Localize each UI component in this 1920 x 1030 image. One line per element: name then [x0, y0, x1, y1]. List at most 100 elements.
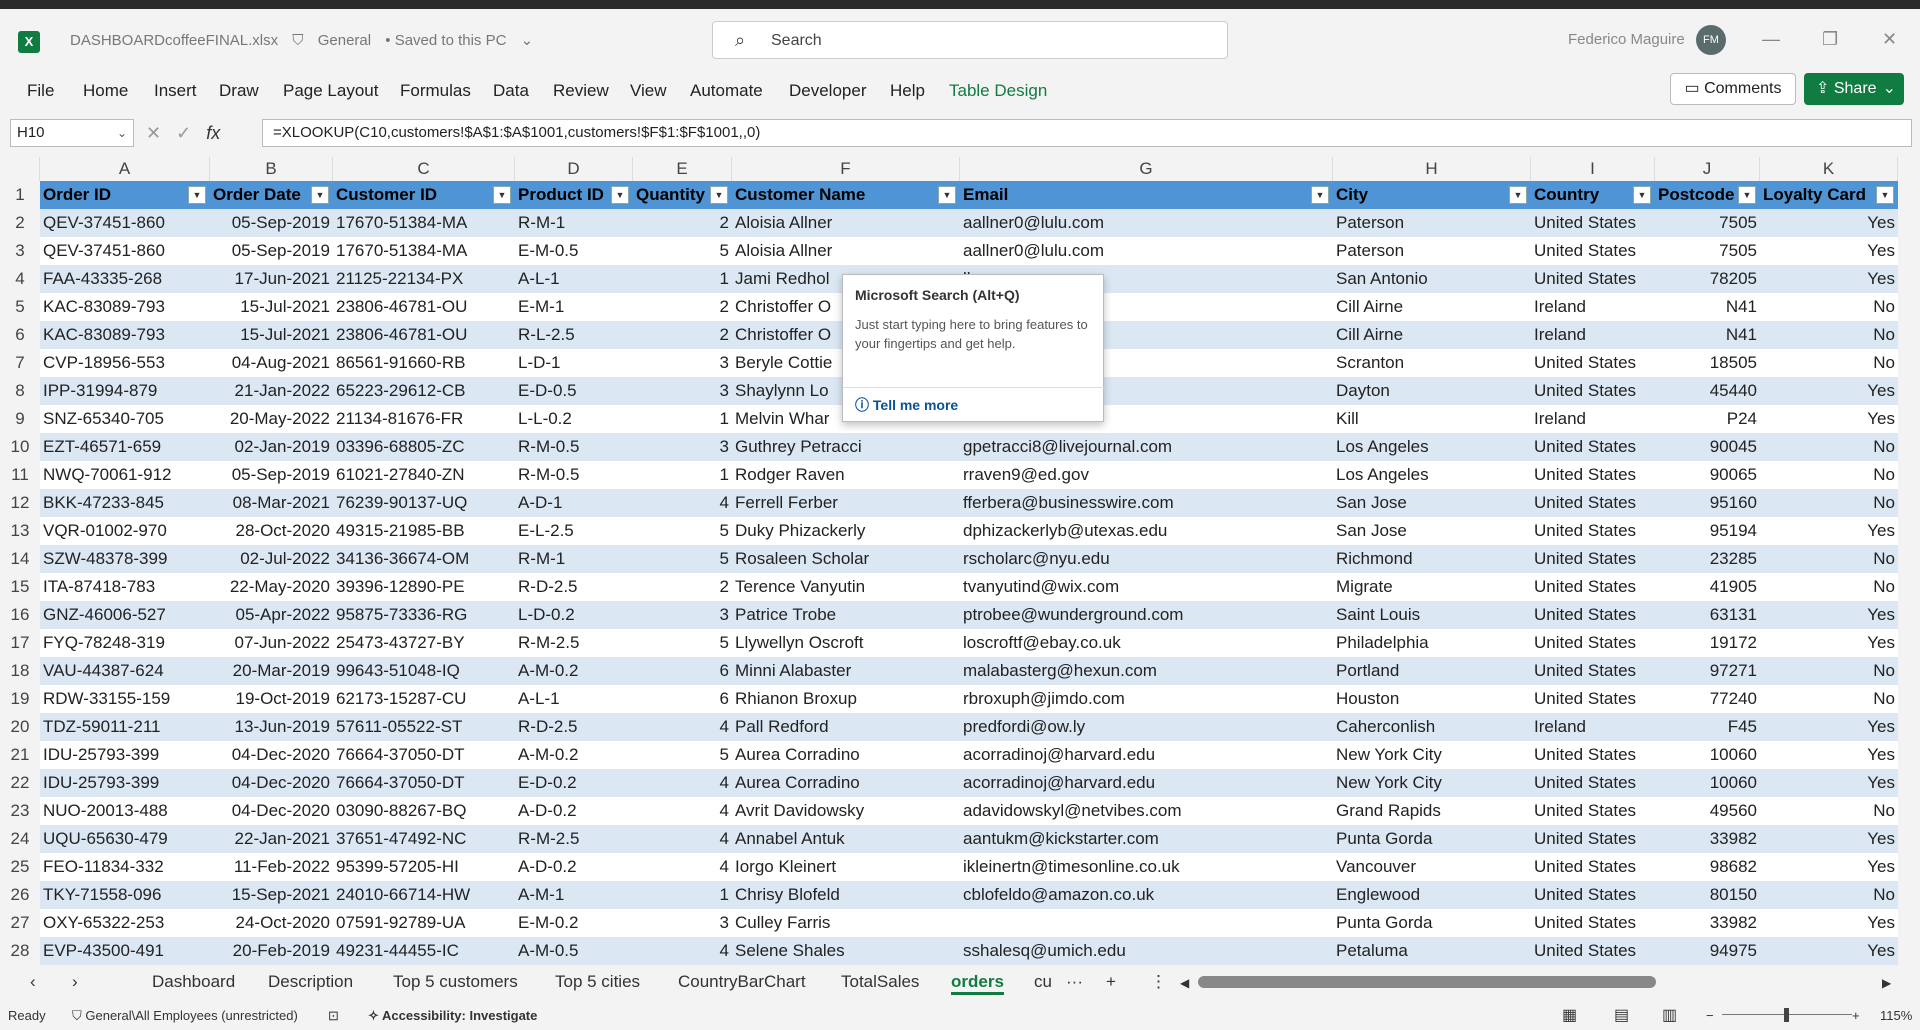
- table-cell[interactable]: No: [1760, 573, 1898, 601]
- table-cell[interactable]: 15-Jul-2021: [210, 293, 333, 321]
- table-cell[interactable]: Aloisia Allner: [732, 237, 960, 265]
- table-cell[interactable]: A-M-0.2: [515, 741, 633, 769]
- table-cell[interactable]: United States: [1531, 573, 1655, 601]
- table-header-cell[interactable]: Customer Name ▼: [732, 181, 960, 209]
- tab-countrybarchart[interactable]: CountryBarChart: [678, 972, 806, 992]
- row-header[interactable]: 6: [0, 321, 40, 349]
- filter-dropdown-icon[interactable]: ▼: [1311, 186, 1329, 204]
- table-cell[interactable]: [960, 909, 1333, 937]
- table-cell[interactable]: 04-Dec-2020: [210, 797, 333, 825]
- row-header[interactable]: 7: [0, 349, 40, 377]
- table-cell[interactable]: N41: [1655, 321, 1760, 349]
- table-cell[interactable]: 13-Jun-2019: [210, 713, 333, 741]
- table-cell[interactable]: BKK-47233-845: [40, 489, 210, 517]
- table-cell[interactable]: Punta Gorda: [1333, 825, 1531, 853]
- table-cell[interactable]: 24-Oct-2020: [210, 909, 333, 937]
- table-cell[interactable]: R-M-0.5: [515, 461, 633, 489]
- accessibility-status[interactable]: ✧ Accessibility: Investigate: [368, 1008, 537, 1024]
- row-header[interactable]: 16: [0, 601, 40, 629]
- table-cell[interactable]: United States: [1531, 825, 1655, 853]
- table-cell[interactable]: 21134-81676-FR: [333, 405, 515, 433]
- table-cell[interactable]: 95194: [1655, 517, 1760, 545]
- row-header[interactable]: 28: [0, 937, 40, 965]
- table-cell[interactable]: 04-Aug-2021: [210, 349, 333, 377]
- table-cell[interactable]: 49560: [1655, 797, 1760, 825]
- table-cell[interactable]: Yes: [1760, 237, 1898, 265]
- table-cell[interactable]: 4: [633, 937, 732, 965]
- table-cell[interactable]: 3: [633, 601, 732, 629]
- table-cell[interactable]: 6: [633, 657, 732, 685]
- table-cell[interactable]: IPP-31994-879: [40, 377, 210, 405]
- table-cell[interactable]: Yes: [1760, 713, 1898, 741]
- table-cell[interactable]: 45440: [1655, 377, 1760, 405]
- table-cell[interactable]: Yes: [1760, 377, 1898, 405]
- row-header[interactable]: 2: [0, 209, 40, 237]
- table-cell[interactable]: tvanyutind@wix.com: [960, 573, 1333, 601]
- table-cell[interactable]: No: [1760, 685, 1898, 713]
- table-cell[interactable]: No: [1760, 349, 1898, 377]
- table-cell[interactable]: Yes: [1760, 405, 1898, 433]
- table-cell[interactable]: 17670-51384-MA: [333, 237, 515, 265]
- table-cell[interactable]: San Jose: [1333, 517, 1531, 545]
- table-cell[interactable]: 95160: [1655, 489, 1760, 517]
- row-header[interactable]: 4: [0, 265, 40, 293]
- table-header-cell[interactable]: Product ID ▼: [515, 181, 633, 209]
- table-cell[interactable]: 95399-57205-HI: [333, 853, 515, 881]
- function-icon[interactable]: fx: [206, 123, 220, 143]
- table-cell[interactable]: NUO-20013-488: [40, 797, 210, 825]
- table-cell[interactable]: 02-Jul-2022: [210, 545, 333, 573]
- table-cell[interactable]: United States: [1531, 377, 1655, 405]
- table-cell[interactable]: E-M-1: [515, 293, 633, 321]
- table-cell[interactable]: No: [1760, 321, 1898, 349]
- column-header-b[interactable]: B: [210, 157, 333, 181]
- page-layout-view-icon[interactable]: ▤: [1614, 1005, 1629, 1025]
- table-cell[interactable]: 90065: [1655, 461, 1760, 489]
- table-cell[interactable]: 4: [633, 489, 732, 517]
- macro-icon[interactable]: ⊡: [328, 1008, 339, 1024]
- table-cell[interactable]: Annabel Antuk: [732, 825, 960, 853]
- table-cell[interactable]: United States: [1531, 209, 1655, 237]
- comments-button[interactable]: ▭ Comments: [1670, 73, 1796, 105]
- table-cell[interactable]: aallner0@lulu.com: [960, 209, 1333, 237]
- table-cell[interactable]: 03396-68805-ZC: [333, 433, 515, 461]
- table-cell[interactable]: 20-May-2022: [210, 405, 333, 433]
- table-cell[interactable]: Dayton: [1333, 377, 1531, 405]
- menu-insert[interactable]: Insert: [154, 81, 197, 101]
- row-header[interactable]: 5: [0, 293, 40, 321]
- table-cell[interactable]: 2: [633, 209, 732, 237]
- row-header[interactable]: 11: [0, 461, 40, 489]
- table-cell[interactable]: Los Angeles: [1333, 461, 1531, 489]
- table-cell[interactable]: R-D-2.5: [515, 713, 633, 741]
- table-cell[interactable]: fferbera@businesswire.com: [960, 489, 1333, 517]
- filter-dropdown-icon[interactable]: ▼: [1876, 186, 1894, 204]
- more-sheets-icon[interactable]: ···: [1066, 972, 1083, 992]
- table-cell[interactable]: Yes: [1760, 629, 1898, 657]
- prev-sheet-icon[interactable]: ‹: [30, 972, 36, 992]
- table-cell[interactable]: 80150: [1655, 881, 1760, 909]
- table-cell[interactable]: 5: [633, 237, 732, 265]
- column-header-k[interactable]: K: [1760, 157, 1898, 181]
- table-cell[interactable]: TKY-71558-096: [40, 881, 210, 909]
- table-cell[interactable]: Cill Airne: [1333, 293, 1531, 321]
- table-cell[interactable]: No: [1760, 657, 1898, 685]
- table-cell[interactable]: Terence Vanyutin: [732, 573, 960, 601]
- table-cell[interactable]: 97271: [1655, 657, 1760, 685]
- table-cell[interactable]: A-D-1: [515, 489, 633, 517]
- table-cell[interactable]: L-D-0.2: [515, 601, 633, 629]
- menu-review[interactable]: Review: [553, 81, 609, 101]
- table-cell[interactable]: United States: [1531, 937, 1655, 965]
- table-cell[interactable]: sshalesq@umich.edu: [960, 937, 1333, 965]
- filter-dropdown-icon[interactable]: ▼: [1738, 186, 1756, 204]
- table-cell[interactable]: 20-Mar-2019: [210, 657, 333, 685]
- table-cell[interactable]: Rodger Raven: [732, 461, 960, 489]
- table-cell[interactable]: L-D-1: [515, 349, 633, 377]
- table-cell[interactable]: UQU-65630-479: [40, 825, 210, 853]
- table-cell[interactable]: Ireland: [1531, 713, 1655, 741]
- table-cell[interactable]: CVP-18956-553: [40, 349, 210, 377]
- menu-draw[interactable]: Draw: [219, 81, 259, 101]
- status-sensitivity[interactable]: ⛉ General\All Employees (unrestricted): [72, 1008, 298, 1024]
- document-title[interactable]: DASHBOARDcoffeeFINAL.xlsx ⛉ General • Sa…: [70, 31, 543, 49]
- table-cell[interactable]: United States: [1531, 237, 1655, 265]
- table-cell[interactable]: 86561-91660-RB: [333, 349, 515, 377]
- table-cell[interactable]: United States: [1531, 741, 1655, 769]
